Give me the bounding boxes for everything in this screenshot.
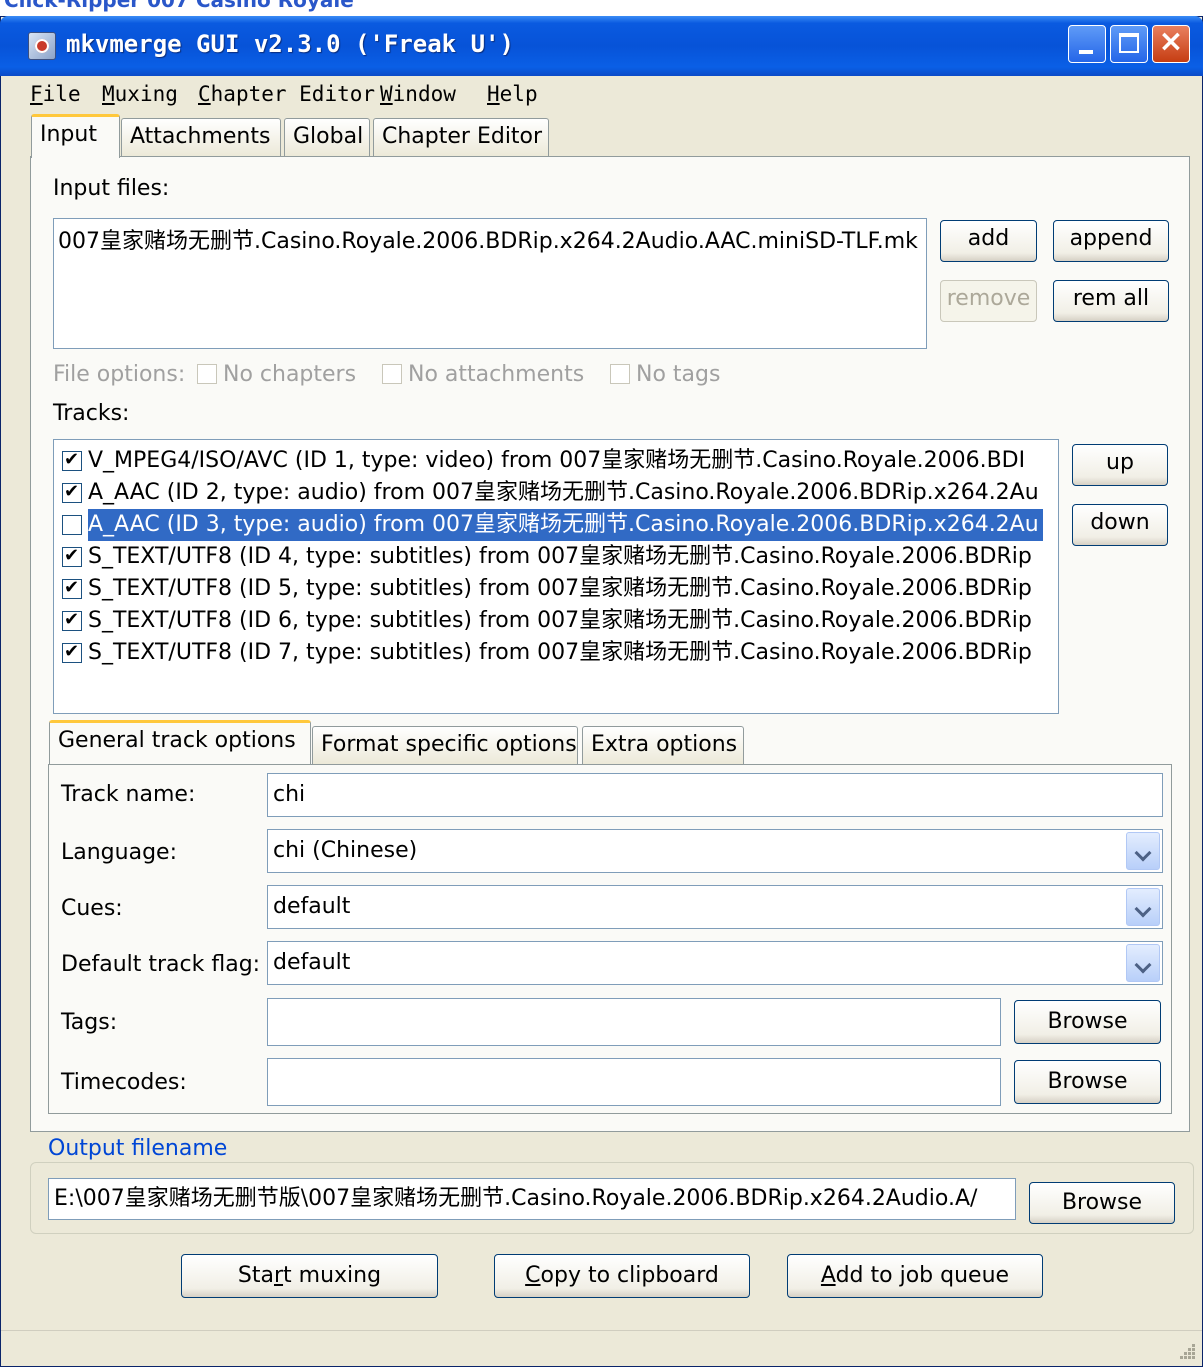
tab-chapter-editor[interactable]: Chapter Editor xyxy=(373,118,549,156)
tags-input[interactable] xyxy=(267,998,1001,1046)
tab-attachments[interactable]: Attachments xyxy=(121,118,281,156)
default-track-flag-label: Default track flag: xyxy=(61,952,261,977)
track-checkbox[interactable] xyxy=(62,577,82,599)
close-icon: × xyxy=(1158,24,1184,59)
add-to-job-queue-button[interactable]: Add to job queue xyxy=(787,1254,1043,1298)
tab-input[interactable]: Input xyxy=(31,114,120,158)
track-checkbox[interactable] xyxy=(62,609,82,631)
no-tags-checkbox[interactable] xyxy=(610,364,630,384)
track-checkbox[interactable] xyxy=(62,641,82,663)
window-title: mkvmerge GUI v2.3.0 ('Freak U') xyxy=(66,30,514,58)
output-browse-button[interactable]: Browse xyxy=(1029,1182,1175,1224)
cues-select[interactable]: default xyxy=(267,885,1163,929)
menu-window[interactable]: Window xyxy=(380,82,456,106)
track-checkbox[interactable] xyxy=(62,449,82,471)
track-checkbox[interactable] xyxy=(62,515,82,535)
track-label: A_AAC (ID 2, type: audio) from 007皇家赌场无删… xyxy=(88,480,1039,505)
file-options-label: File options: xyxy=(53,362,186,387)
rem-all-button[interactable]: rem all xyxy=(1053,280,1169,322)
track-label: S_TEXT/UTF8 (ID 6, type: subtitles) from… xyxy=(88,608,1032,633)
track-name-label: Track name: xyxy=(61,782,196,807)
minimize-button[interactable] xyxy=(1068,25,1106,63)
track-row-selected[interactable]: A_AAC (ID 3, type: audio) from 007皇家赌场无删… xyxy=(58,509,1058,541)
resize-grip-icon[interactable] xyxy=(1178,1342,1198,1362)
track-label: S_TEXT/UTF8 (ID 5, type: subtitles) from… xyxy=(88,576,1032,601)
tags-label: Tags: xyxy=(61,1010,118,1035)
track-row[interactable]: A_AAC (ID 2, type: audio) from 007皇家赌场无删… xyxy=(58,477,1058,509)
default-track-flag-value: default xyxy=(273,950,351,975)
track-row[interactable]: S_TEXT/UTF8 (ID 7, type: subtitles) from… xyxy=(58,637,1058,669)
chevron-down-icon[interactable] xyxy=(1126,888,1160,926)
track-row[interactable]: S_TEXT/UTF8 (ID 6, type: subtitles) from… xyxy=(58,605,1058,637)
add-button[interactable]: add xyxy=(940,220,1037,262)
start-muxing-button[interactable]: Start muxing xyxy=(181,1254,438,1298)
track-row[interactable]: V_MPEG4/ISO/AVC (ID 1, type: video) from… xyxy=(58,445,1058,477)
no-chapters-label: No chapters xyxy=(223,362,357,387)
timecodes-browse-button[interactable]: Browse xyxy=(1014,1060,1161,1104)
chevron-down-icon[interactable] xyxy=(1126,832,1160,870)
tracks-label: Tracks: xyxy=(53,401,130,426)
tab-global[interactable]: Global xyxy=(284,118,370,156)
top-strip-text: Click-Ripper 007 Casino Royale xyxy=(4,0,354,12)
app-icon[interactable] xyxy=(28,32,56,60)
output-filename-label: Output filename xyxy=(44,1136,232,1161)
menu-muxing[interactable]: Muxing xyxy=(102,82,178,106)
menu-bar: File Muxing Chapter Editor Window Help xyxy=(1,78,1202,112)
menu-chapter-editor[interactable]: Chapter Editor xyxy=(198,82,375,106)
input-files-list[interactable]: 007皇家赌场无删节.Casino.Royale.2006.BDRip.x264… xyxy=(53,218,927,349)
language-value: chi (Chinese) xyxy=(273,838,418,863)
close-button[interactable]: × xyxy=(1152,24,1190,63)
top-strip: Click-Ripper 007 Casino Royale xyxy=(0,0,1203,16)
language-select[interactable]: chi (Chinese) xyxy=(267,829,1163,873)
track-label: A_AAC (ID 3, type: audio) from 007皇家赌场无删… xyxy=(88,509,1043,541)
menu-help[interactable]: Help xyxy=(487,82,538,106)
no-attachments-label: No attachments xyxy=(408,362,585,387)
output-filename-input[interactable]: E:\007皇家赌场无删节版\007皇家赌场无删节.Casino.Royale.… xyxy=(48,1178,1016,1220)
language-label: Language: xyxy=(61,840,177,865)
status-bar xyxy=(1,1330,1202,1366)
track-checkbox[interactable] xyxy=(62,481,82,503)
cues-label: Cues: xyxy=(61,896,123,921)
track-label: S_TEXT/UTF8 (ID 7, type: subtitles) from… xyxy=(88,640,1032,665)
track-checkbox[interactable] xyxy=(62,545,82,567)
chevron-down-icon[interactable] xyxy=(1126,944,1160,982)
tab-format-specific-options[interactable]: Format specific options xyxy=(312,726,578,764)
tracks-list[interactable]: V_MPEG4/ISO/AVC (ID 1, type: video) from… xyxy=(53,439,1059,714)
minimize-icon xyxy=(1079,50,1093,54)
default-track-flag-select[interactable]: default xyxy=(267,941,1163,985)
track-down-button[interactable]: down xyxy=(1072,504,1168,546)
tags-browse-button[interactable]: Browse xyxy=(1014,1000,1161,1044)
no-attachments-checkbox[interactable] xyxy=(382,364,402,384)
timecodes-input[interactable] xyxy=(267,1058,1001,1106)
remove-button[interactable]: remove xyxy=(940,280,1037,322)
track-row[interactable]: S_TEXT/UTF8 (ID 4, type: subtitles) from… xyxy=(58,541,1058,573)
menu-file[interactable]: File xyxy=(30,82,81,106)
tab-extra-options[interactable]: Extra options xyxy=(582,726,744,764)
track-name-input[interactable]: chi xyxy=(267,773,1163,817)
track-row[interactable]: S_TEXT/UTF8 (ID 5, type: subtitles) from… xyxy=(58,573,1058,605)
copy-to-clipboard-button[interactable]: Copy to clipboard xyxy=(494,1254,750,1298)
track-label: V_MPEG4/ISO/AVC (ID 1, type: video) from… xyxy=(88,448,1026,473)
maximize-icon xyxy=(1119,33,1139,53)
no-tags-label: No tags xyxy=(636,362,721,387)
input-files-label: Input files: xyxy=(53,176,170,201)
maximize-button[interactable] xyxy=(1110,25,1148,63)
cues-value: default xyxy=(273,894,351,919)
tab-general-track-options[interactable]: General track options xyxy=(49,720,311,764)
track-up-button[interactable]: up xyxy=(1072,444,1168,486)
track-label: S_TEXT/UTF8 (ID 4, type: subtitles) from… xyxy=(88,544,1032,569)
no-chapters-checkbox[interactable] xyxy=(197,364,217,384)
input-file-item[interactable]: 007皇家赌场无删节.Casino.Royale.2006.BDRip.x264… xyxy=(58,223,918,255)
append-button[interactable]: append xyxy=(1053,220,1169,262)
timecodes-label: Timecodes: xyxy=(61,1070,187,1095)
